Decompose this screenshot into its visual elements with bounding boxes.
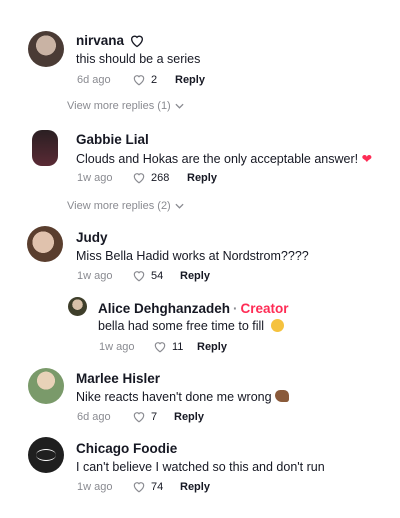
comment: Chicago Foodie I can't believe I watched… (0, 0, 400, 500)
comment-author[interactable]: Chicago Foodie (76, 441, 177, 456)
comment-text: I can't believe I watched so this and do… (76, 460, 325, 474)
reply-button[interactable]: Reply (180, 481, 210, 493)
like-button[interactable]: 74 (132, 480, 163, 493)
avatar-logo-icon (36, 449, 56, 461)
comment-time: 1w ago (77, 481, 113, 493)
heart-outline-icon (133, 482, 145, 493)
like-count: 74 (151, 480, 164, 493)
avatar[interactable] (28, 437, 64, 473)
